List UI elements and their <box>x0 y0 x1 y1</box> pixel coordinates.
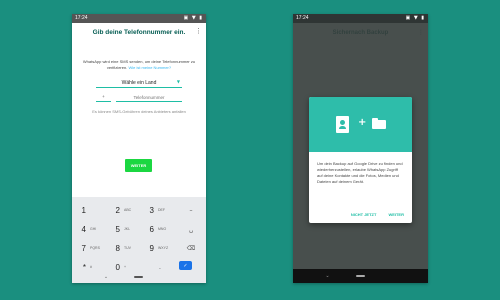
phone-screen-backup-permission: 17:24 ▣ ▼ ▮ Sichernach Backup ⋮ + Um dei… <box>293 14 428 283</box>
navigation-bar: ⌄ <box>72 271 206 283</box>
country-code-field[interactable]: + <box>96 94 111 102</box>
key-letters: GHI <box>90 227 97 231</box>
key-digit: 8 <box>115 243 120 253</box>
dialog-message: Um dein Backup auf Google Drive zu finde… <box>317 161 403 184</box>
key-letters: WXYZ <box>158 246 169 250</box>
not-now-button[interactable]: NICHT JETZT <box>351 212 377 217</box>
key-letters: + <box>124 265 127 269</box>
keypad-action-key[interactable]: – <box>180 202 202 218</box>
dialog-banner: + <box>309 97 412 152</box>
nav-back-icon[interactable]: ⌄ <box>104 274 108 280</box>
keypad-key[interactable]: 1 <box>76 202 108 218</box>
keypad-key[interactable]: 9 WXYZ <box>144 240 176 256</box>
next-button[interactable]: WEITER <box>125 159 152 172</box>
country-select[interactable]: Wähle ein Land ▼ <box>96 78 182 88</box>
keypad-key[interactable]: 8 TUV <box>110 240 142 256</box>
keypad-key[interactable]: 7 PQRS <box>76 240 108 256</box>
key-letters: MNO <box>158 227 167 231</box>
plus-icon: + <box>358 117 367 128</box>
keypad-key[interactable]: 2 ABC <box>110 202 142 218</box>
contacts-icon <box>336 116 349 133</box>
keypad-action-key[interactable]: ␣ <box>180 221 202 237</box>
phone-number-row: + <box>96 94 182 102</box>
home-pill[interactable] <box>355 275 365 277</box>
status-bar: 17:24 ▣ ▼ ▮ <box>72 14 206 23</box>
caret-down-icon: ▼ <box>176 79 180 84</box>
dialog-actions: NICHT JETZT WEITER <box>351 212 404 217</box>
more-options-icon[interactable]: ⋮ <box>195 28 202 35</box>
status-bar: 17:24 ▣ ▼ ▮ <box>293 14 428 23</box>
key-letters: ABC <box>124 208 132 212</box>
key-letters: TUV <box>124 246 131 250</box>
keypad-key[interactable]: 4 GHI <box>76 221 108 237</box>
carrier-fees-note: Es können SMS-Gebühren deines Anbieters … <box>92 109 186 114</box>
done-key[interactable]: ✓ <box>179 261 192 270</box>
key-letters: JKL <box>124 227 131 231</box>
continue-button[interactable]: WEITER <box>388 212 404 217</box>
status-icons: ▣ ▼ ▮ <box>405 15 425 21</box>
keypad-action-key[interactable]: ⌫ <box>180 240 202 256</box>
country-select-label: Wähle ein Land <box>121 79 157 86</box>
key-digit: 2 <box>115 205 120 215</box>
key-letters: # <box>90 265 92 269</box>
status-time: 17:24 <box>296 15 309 21</box>
nav-back-icon[interactable]: ⌄ <box>325 273 329 279</box>
phone-number-input[interactable] <box>116 94 182 102</box>
navigation-bar: ⌄ <box>293 269 428 283</box>
key-digit: 7 <box>81 243 86 253</box>
my-number-link[interactable]: Wie ist meine Nummer? <box>128 65 171 70</box>
key-digit: 4 <box>81 224 86 234</box>
permission-dialog: + Um dein Backup auf Google Drive zu fin… <box>309 97 412 223</box>
keypad-key[interactable]: 5 JKL <box>110 221 142 237</box>
verification-description: WhatsApp wird eine SMS senden, um deine … <box>82 59 196 71</box>
key-digit: 3 <box>149 205 154 215</box>
key-letters: PQRS <box>90 246 100 250</box>
status-icons: ▣ ▼ ▮ <box>183 15 203 21</box>
key-digit: 5 <box>115 224 120 234</box>
key-digit: 9 <box>149 243 154 253</box>
key-digit: 6 <box>149 224 154 234</box>
key-digit: 1 <box>81 205 86 215</box>
page-title: Gib deine Telefonnummer ein. <box>92 29 186 36</box>
folder-icon <box>372 118 386 129</box>
key-letters: DEF <box>158 208 165 212</box>
home-pill[interactable] <box>134 276 144 278</box>
status-time: 17:24 <box>75 15 88 21</box>
keypad-key[interactable]: 3 DEF <box>144 202 176 218</box>
keypad-key[interactable]: 6 MNO <box>144 221 176 237</box>
